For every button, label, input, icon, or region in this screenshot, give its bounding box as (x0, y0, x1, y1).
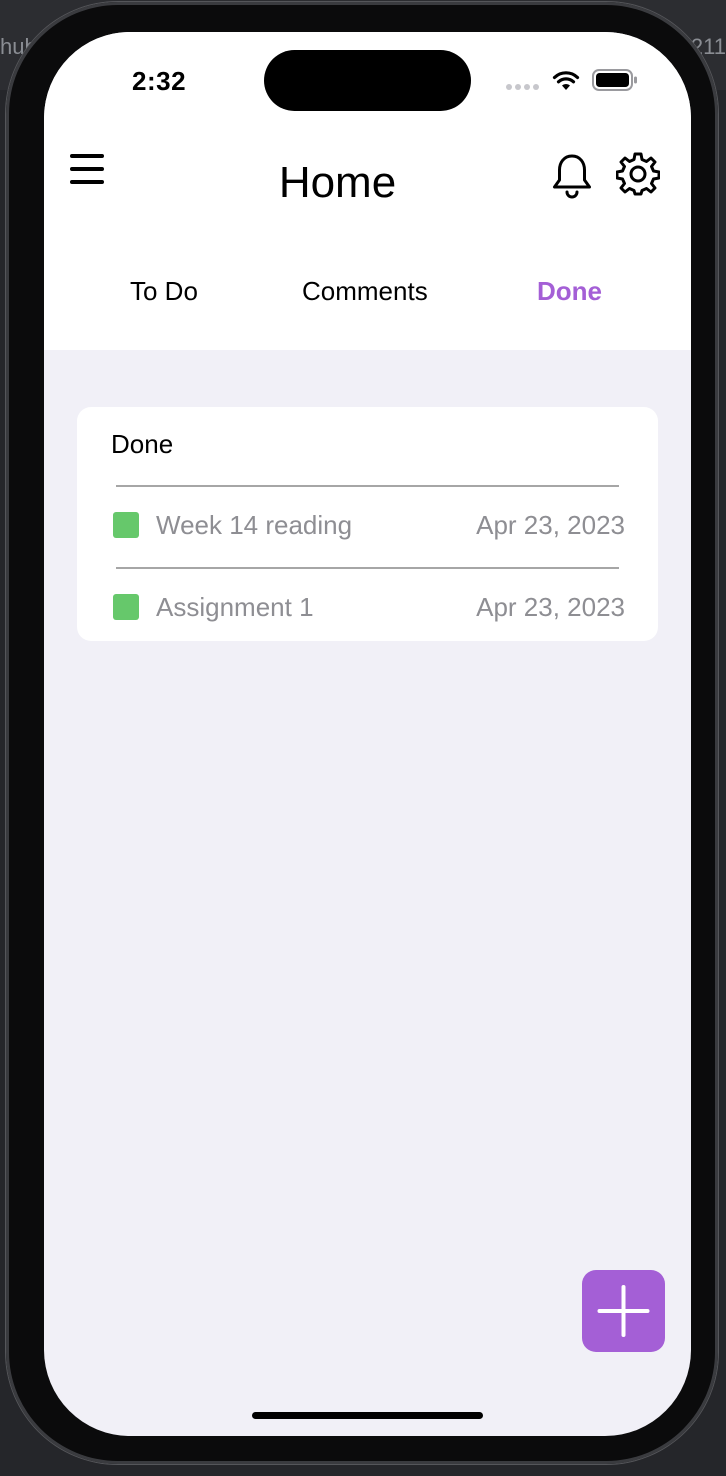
divider (116, 485, 619, 487)
status-time: 2:32 (132, 66, 187, 96)
tab-to-do[interactable]: To Do (130, 276, 198, 307)
tab-done[interactable]: Done (537, 276, 602, 307)
task-date: Apr 23, 2023 (476, 510, 625, 540)
phone-frame: 2:32 Home To Do Comments Done Done Week … (6, 2, 718, 1464)
cellular-signal-icon (506, 84, 539, 90)
plus-icon (597, 1285, 650, 1337)
tab-comments[interactable]: Comments (302, 276, 428, 307)
wifi-icon (552, 71, 580, 90)
battery-icon (592, 69, 637, 91)
task-row[interactable]: Week 14 reading Apr 23, 2023 (77, 496, 658, 552)
add-task-button[interactable] (582, 1270, 665, 1352)
gear-icon[interactable] (616, 152, 660, 196)
phone-screen: 2:32 Home To Do Comments Done Done Week … (44, 32, 691, 1436)
task-name: Assignment 1 (156, 592, 314, 622)
page-title: Home (278, 158, 397, 207)
card-title: Done (111, 429, 174, 459)
done-card: Done Week 14 reading Apr 23, 2023 Assign… (77, 407, 658, 641)
divider (116, 567, 619, 569)
task-date: Apr 23, 2023 (476, 592, 625, 622)
home-indicator[interactable] (252, 1412, 483, 1419)
done-status-icon[interactable] (113, 512, 139, 538)
done-status-icon[interactable] (113, 594, 139, 620)
bell-icon[interactable] (550, 152, 594, 200)
task-name: Week 14 reading (156, 510, 353, 540)
dynamic-island (264, 50, 471, 111)
task-row[interactable]: Assignment 1 Apr 23, 2023 (77, 578, 658, 634)
